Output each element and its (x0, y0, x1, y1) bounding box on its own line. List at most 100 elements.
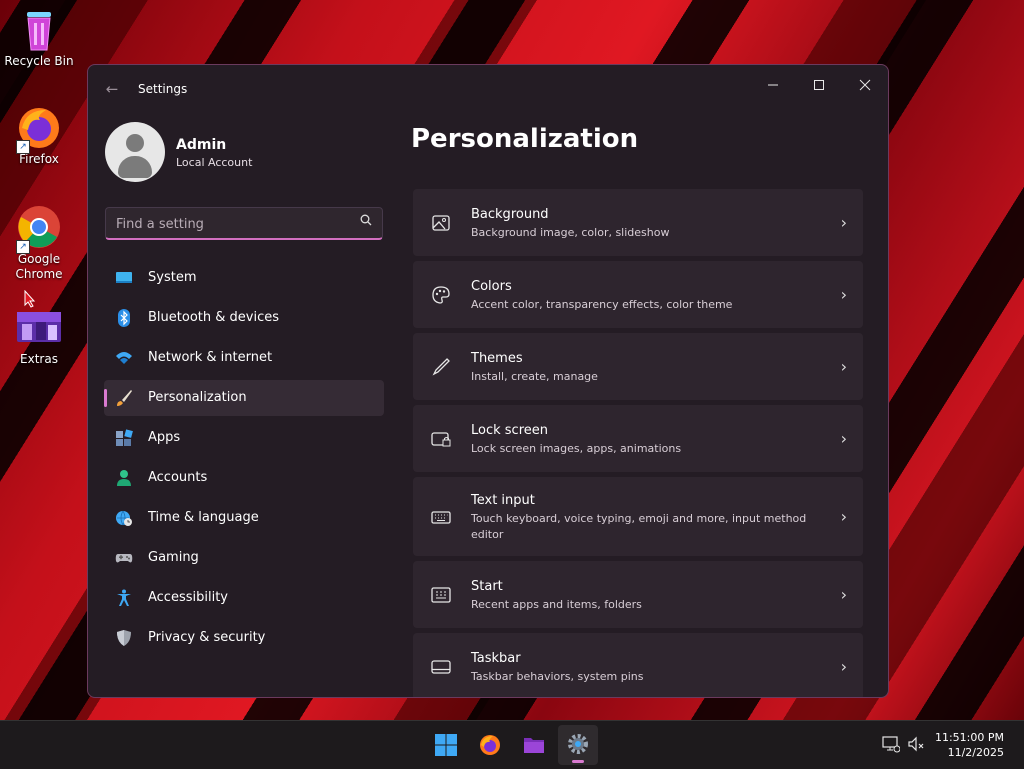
close-button[interactable] (842, 71, 888, 101)
desktop-icon-label: Recycle Bin (4, 54, 74, 68)
title-bar[interactable]: ← Settings (88, 65, 888, 113)
card-colors[interactable]: Colors Accent color, transparency effect… (413, 261, 863, 328)
shortcut-arrow-icon: ↗ (16, 240, 30, 254)
desktop-icon-firefox[interactable]: ↗ Firefox (3, 104, 75, 167)
wifi-icon (116, 352, 132, 364)
lock-screen-icon (431, 431, 451, 446)
sidebar-item-accessibility[interactable]: Accessibility (104, 580, 384, 616)
chevron-right-icon: › (840, 212, 847, 232)
sidebar-item-label: Time & language (148, 510, 259, 525)
window-title: Settings (138, 82, 188, 96)
arrow-left-icon: ← (105, 80, 119, 98)
avatar[interactable] (105, 122, 165, 182)
card-text-input[interactable]: Text input Touch keyboard, voice typing,… (413, 477, 863, 556)
sidebar-item-label: Network & internet (148, 350, 273, 365)
shield-icon (117, 630, 131, 646)
card-subtitle: Background image, color, slideshow (471, 226, 670, 239)
sidebar-item-accounts[interactable]: Accounts (104, 460, 384, 496)
card-subtitle: Accent color, transparency effects, colo… (471, 298, 733, 311)
taskbar-file-explorer-button[interactable] (514, 725, 554, 765)
settings-card-list: Background Background image, color, slid… (413, 189, 863, 697)
file-explorer-icon (524, 738, 544, 753)
sidebar-item-label: Accessibility (148, 590, 228, 605)
account-type: Local Account (176, 156, 253, 169)
monitor-icon (116, 272, 132, 283)
card-title: Text input (471, 493, 535, 508)
active-app-indicator (572, 760, 584, 763)
accessibility-icon (117, 589, 131, 606)
bluetooth-icon (118, 309, 130, 327)
sidebar-item-label: Personalization (148, 390, 247, 405)
desktop-icon-recycle-bin[interactable]: Recycle Bin (3, 6, 75, 69)
volume-muted-icon[interactable] (907, 735, 925, 753)
sidebar-item-privacy-security[interactable]: Privacy & security (104, 620, 384, 656)
brush-icon (117, 390, 132, 406)
sidebar-item-gaming[interactable]: Gaming (104, 540, 384, 576)
card-themes[interactable]: Themes Install, create, manage › (413, 333, 863, 400)
taskbar-settings-button[interactable] (558, 725, 598, 765)
chevron-right-icon: › (840, 506, 847, 526)
recycle-bin-icon (16, 6, 62, 52)
start-menu-icon (431, 586, 451, 603)
shortcut-arrow-icon: ↗ (16, 140, 30, 154)
back-button[interactable]: ← (102, 79, 122, 99)
card-subtitle: Recent apps and items, folders (471, 598, 642, 611)
sidebar-item-bluetooth-devices[interactable]: Bluetooth & devices (104, 300, 384, 336)
system-clock[interactable]: 11:51:00 PM 11/2/2025 (935, 730, 1004, 760)
desktop-icon-google-chrome[interactable]: ↗ Google Chrome (3, 204, 75, 282)
extras-game-icon (16, 310, 62, 344)
clock-date: 11/2/2025 (947, 746, 1004, 759)
desktop-icon-extras[interactable]: Extras (3, 310, 75, 367)
sidebar-item-apps[interactable]: Apps (104, 420, 384, 456)
sidebar-item-network-internet[interactable]: Network & internet (104, 340, 384, 376)
apps-icon (116, 429, 133, 446)
sidebar-item-label: System (148, 270, 197, 285)
card-subtitle: Touch keyboard, voice typing, emoji and … (471, 512, 807, 541)
chrome-icon: ↗ (16, 204, 62, 254)
card-taskbar[interactable]: Taskbar Taskbar behaviors, system pins › (413, 633, 863, 697)
search-input[interactable] (114, 213, 348, 235)
card-title: Taskbar (471, 651, 521, 666)
minimize-button[interactable] (750, 71, 796, 101)
windows-start-icon (435, 734, 457, 756)
settings-window: ← Settings Admin Local Account System (87, 64, 889, 698)
sidebar-item-system[interactable]: System (104, 260, 384, 296)
taskbar-firefox-button[interactable] (470, 725, 510, 765)
sidebar-item-time-language[interactable]: Time & language (104, 500, 384, 536)
taskbar: 11:51:00 PM 11/2/2025 (0, 720, 1024, 769)
sidebar-item-label: Gaming (148, 550, 199, 565)
globe-clock-icon (116, 510, 132, 526)
chevron-right-icon: › (840, 356, 847, 376)
palette-icon (432, 285, 450, 304)
chevron-right-icon: › (840, 584, 847, 604)
chevron-right-icon: › (840, 428, 847, 448)
card-start[interactable]: Start Recent apps and items, folders › (413, 561, 863, 628)
firefox-icon: ↗ (16, 104, 62, 154)
card-lock-screen[interactable]: Lock screen Lock screen images, apps, an… (413, 405, 863, 472)
search-icon[interactable] (360, 214, 372, 229)
sidebar-item-personalization[interactable]: Personalization (104, 380, 384, 416)
card-title: Start (471, 579, 503, 594)
search-box[interactable] (105, 207, 383, 240)
pen-icon (432, 357, 450, 375)
card-title: Background (471, 207, 549, 222)
card-title: Lock screen (471, 423, 548, 438)
network-icon[interactable] (882, 735, 900, 753)
user-name: Admin (176, 137, 227, 153)
page-title: Personalization (411, 124, 639, 154)
person-icon (117, 470, 131, 486)
chevron-right-icon: › (840, 284, 847, 304)
card-background[interactable]: Background Background image, color, slid… (413, 189, 863, 256)
sidebar-item-label: Bluetooth & devices (148, 310, 279, 325)
start-button[interactable] (426, 725, 466, 765)
maximize-button[interactable] (796, 71, 842, 101)
sidebar-nav: System Bluetooth & devices Network & int… (104, 260, 384, 660)
maximize-icon (814, 80, 824, 90)
minimize-icon (768, 84, 778, 86)
settings-icon (568, 734, 588, 754)
sidebar-item-label: Apps (148, 430, 181, 445)
image-icon (432, 214, 450, 231)
close-icon (859, 79, 871, 91)
chevron-right-icon: › (840, 656, 847, 676)
gamepad-icon (115, 554, 133, 563)
